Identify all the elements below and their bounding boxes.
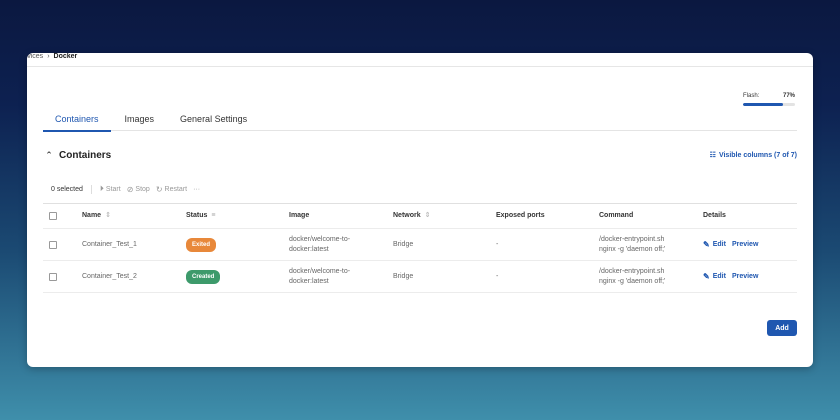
column-header-name[interactable]: Name ⇕ [82,204,111,228]
docker-panel: ervices › Docker Flash: 77% Containers I… [27,53,813,367]
breadcrumb-services-link[interactable]: ervices [27,53,43,60]
table-row: Container_Test_1 Exited docker/welcome-t… [43,229,797,261]
add-button[interactable]: Add [767,320,797,336]
column-header-ports: Exposed ports [496,212,545,219]
column-header-image: Image [289,212,310,219]
stop-label: Stop [135,185,150,193]
column-header-network[interactable]: Network ⇕ [393,204,431,228]
network-header-label: Network [393,212,421,219]
flash-progress-fill [743,103,784,106]
container-name: Container_Test_2 [82,272,137,280]
pencil-icon: ✎ [703,271,710,281]
row-checkbox[interactable] [49,240,57,249]
toolbar-divider [90,184,92,194]
restart-button[interactable]: ↻ Restart [156,185,187,194]
column-header-command: Command [599,212,634,219]
container-command: /docker-entrypoint.sh nginx -g 'daemon o… [599,235,666,253]
columns-icon: ☷ [709,152,716,159]
sort-icon: ⇕ [105,212,111,219]
restart-icon: ↻ [155,184,163,194]
visible-columns-label: Visible columns (7 of 7) [718,151,797,159]
column-header-details: Details [703,212,726,219]
preview-link[interactable]: Preview [732,272,758,282]
pencil-icon: ✎ [703,239,710,249]
row-checkbox[interactable] [49,272,57,281]
container-toolbar: 0 selected ⏵ Start ⊘ Stop ↻ Restart ··· [51,184,200,194]
play-icon: ⏵ [99,184,104,193]
selected-count: 0 selected [51,185,83,193]
table-row: Container_Test_2 Created docker/welcome-… [43,261,797,293]
name-header-label: Name [82,212,102,219]
sort-icon: ⇕ [424,212,431,219]
status-badge: Exited [186,237,217,252]
more-actions-button[interactable]: ··· [193,186,200,193]
flash-progress-bar [743,103,795,106]
tab-images[interactable]: Images [125,113,155,131]
container-ports: - [496,272,499,280]
container-command: /docker-entrypoint.sh nginx -g 'daemon o… [599,267,666,285]
preview-link[interactable]: Preview [732,240,758,250]
flash-usage: Flash: 77% [743,93,795,106]
containers-section-header[interactable]: ⌃ Containers [45,150,111,161]
stop-icon: ⊘ [126,184,134,194]
breadcrumb-current: Docker [53,53,78,60]
breadcrumb-separator: › [47,53,50,60]
flash-label: Flash: [743,93,760,99]
start-button[interactable]: ⏵ Start [100,184,121,194]
select-all-checkbox[interactable] [49,212,57,220]
tab-general-settings[interactable]: General Settings [180,113,247,131]
chevron-up-icon[interactable]: ⌃ [45,150,53,161]
container-image: docker/welcome-to-docker:latest [289,267,351,285]
flash-value: 77% [782,93,795,99]
breadcrumb: ervices › Docker [27,53,813,67]
container-network: Bridge [393,272,414,280]
start-label: Start [105,185,121,193]
restart-label: Restart [164,185,188,193]
container-name: Container_Test_1 [82,240,137,248]
tab-bar: Containers Images General Settings [43,113,797,132]
visible-columns-button[interactable]: ☷ Visible columns (7 of 7) [709,151,797,160]
containers-table: Name ⇕ Status ≡ Image Network ⇕ Exposed por… [43,203,797,293]
stop-button[interactable]: ⊘ Stop [127,185,150,194]
status-header-label: Status [186,212,208,219]
edit-link[interactable]: Edit [713,240,726,250]
section-title: Containers [59,150,112,161]
status-badge: Created [186,269,221,284]
container-image: docker/welcome-to-docker:latest [289,235,351,253]
container-network: Bridge [393,240,414,248]
column-header-status[interactable]: Status ≡ [186,204,216,228]
edit-link[interactable]: Edit [713,272,726,282]
container-ports: - [496,240,499,248]
table-header-row: Name ⇕ Status ≡ Image Network ⇕ Exposed por… [43,203,797,229]
tab-containers[interactable]: Containers [43,113,111,132]
filter-icon: ≡ [211,212,216,219]
